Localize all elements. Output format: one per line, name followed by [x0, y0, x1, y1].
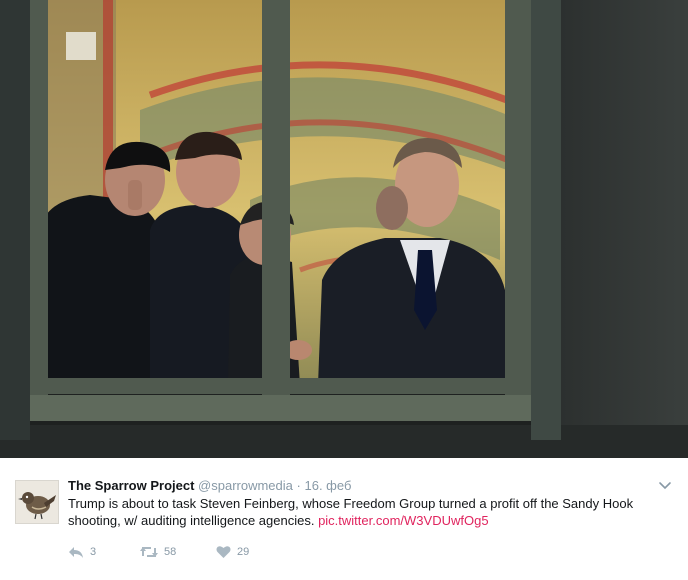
- retweet-icon: [140, 547, 158, 557]
- reply-button[interactable]: 3: [68, 545, 96, 559]
- reply-icon: [69, 547, 83, 558]
- photo-scene: [0, 0, 688, 458]
- avatar[interactable]: [15, 480, 59, 524]
- retweet-count: 58: [164, 546, 177, 558]
- like-button[interactable]: 29: [216, 545, 249, 559]
- heart-icon: [216, 546, 231, 558]
- tweet-card: The Sparrow Project @sparrowmedia · 16. …: [0, 458, 688, 580]
- tweet-text: Trump is about to task Steven Feinberg, …: [68, 495, 668, 529]
- header-separator: ·: [296, 478, 301, 493]
- display-name[interactable]: The Sparrow Project: [68, 478, 194, 493]
- tweet-header: The Sparrow Project @sparrowmedia · 16. …: [68, 478, 351, 494]
- like-count: 29: [237, 546, 250, 558]
- user-handle[interactable]: @sparrowmedia: [198, 478, 293, 493]
- chevron-down-icon: [659, 482, 671, 490]
- tweet-media-link[interactable]: pic.twitter.com/W3VDUwfOg5: [318, 513, 489, 528]
- tweet-photo[interactable]: [0, 0, 688, 458]
- reply-count: 3: [90, 546, 97, 558]
- tweet-timestamp[interactable]: 16. феб: [304, 478, 351, 493]
- retweet-button[interactable]: 58: [140, 545, 176, 559]
- sparrow-icon: [16, 481, 58, 523]
- more-options-button[interactable]: [658, 478, 672, 492]
